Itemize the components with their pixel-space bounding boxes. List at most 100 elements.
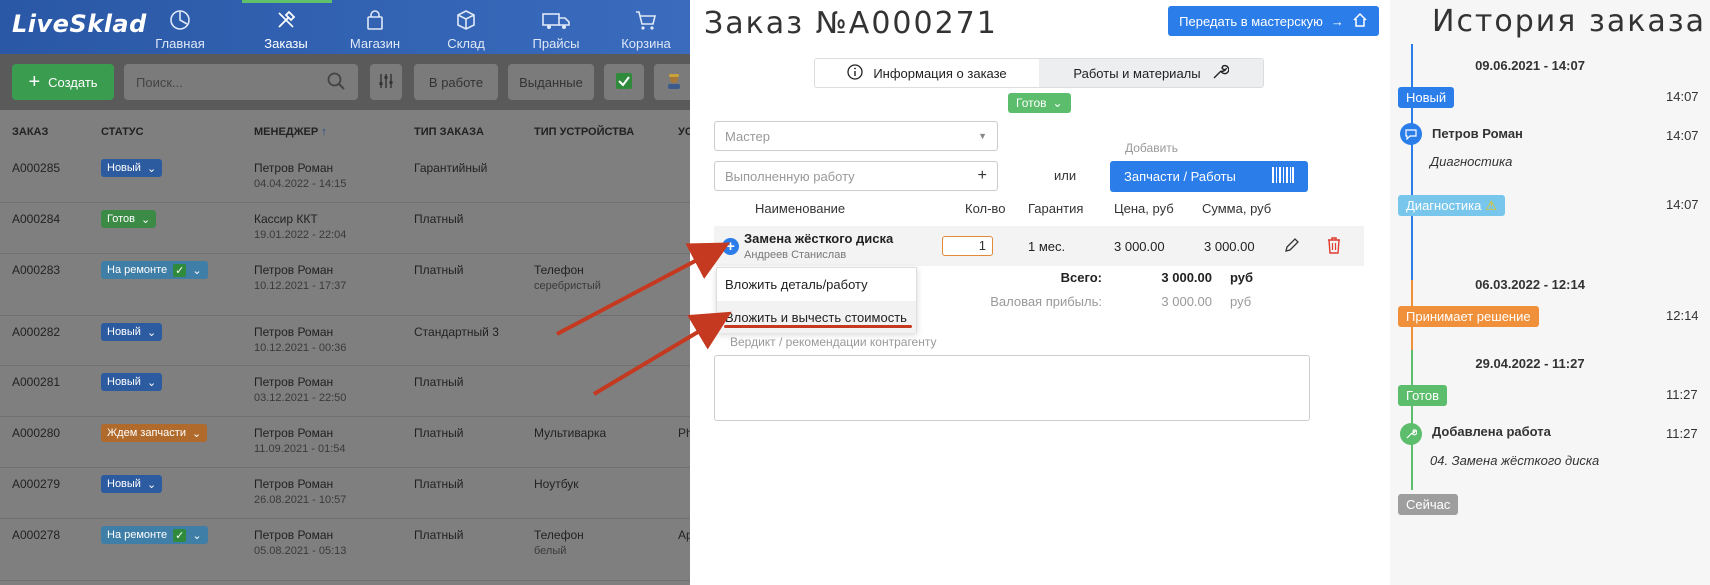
nav-item-home[interactable]: Главная	[140, 8, 220, 51]
verdict-textarea[interactable]	[714, 355, 1310, 421]
table-row[interactable]: A000280 Ждем запчасти ⌄ Петров Роман 11.09…	[0, 417, 690, 468]
add-nested-plus-icon[interactable]: +	[722, 238, 739, 255]
order-date: 04.04.2022 - 14:15	[254, 178, 347, 190]
orders-toolbar: + Создать Поиск... В работе Выданные	[0, 54, 694, 110]
menu-item-nest-deduct[interactable]: Вложить и вычесть стоимость	[717, 301, 916, 333]
status-badge[interactable]: На ремонте ✓ ⌄	[101, 526, 208, 544]
order-number: A000280	[12, 426, 61, 440]
col-header-order-type[interactable]: ТИП ЗАКАЗА	[414, 126, 484, 138]
filter-in-work-button[interactable]: В работе	[414, 64, 498, 100]
status-badge[interactable]: Готов ⌄	[101, 210, 157, 228]
col-price: Цена, руб	[1114, 201, 1174, 216]
order-type: Платный	[414, 426, 464, 440]
status-cell: Новый ⌄	[101, 475, 163, 493]
box-icon	[426, 8, 506, 32]
transfer-to-workshop-button[interactable]: Передать в мастерскую →	[1168, 6, 1379, 36]
search-input[interactable]: Поиск...	[124, 64, 358, 100]
status-badge-label: На ремонте	[107, 529, 168, 541]
table-row[interactable]: A000279 Новый ⌄ Петров Роман 26.08.2021 - …	[0, 468, 690, 519]
app-logo[interactable]: LiveSklad	[12, 10, 147, 38]
item-master: Андреев Станислав	[744, 249, 847, 261]
order-tabs: Информация о заказе Работы и материалы	[814, 58, 1264, 88]
tab-works-materials[interactable]: Работы и материалы	[1039, 59, 1263, 87]
history-note: 04. Замена жёсткого диска	[1430, 453, 1600, 468]
col-header-status[interactable]: СТАТУС	[101, 126, 144, 138]
parts-works-button[interactable]: Запчасти / Работы	[1110, 161, 1308, 192]
top-navigation: LiveSklad Главная Заказы Магазин Склад П…	[0, 0, 690, 54]
order-status-dropdown[interactable]: Готов ⌄	[1008, 93, 1071, 113]
chevron-down-icon: ⌄	[1052, 96, 1063, 110]
table-row[interactable]: A000278 На ремонте ✓ ⌄ Петров Роман 05.08.2…	[0, 519, 690, 581]
status-badge[interactable]: Новый ⌄	[101, 475, 163, 493]
transfer-label: Передать в мастерскую	[1179, 13, 1323, 29]
manager-cell: Петров Роман 10.12.2021 - 00:36	[254, 325, 346, 354]
work-input[interactable]: Выполненную работу +	[714, 161, 998, 191]
app-root: LiveSklad Главная Заказы Магазин Склад П…	[0, 0, 1710, 585]
filter-worker-button[interactable]	[654, 64, 694, 100]
status-badge-label: Новый	[107, 478, 141, 490]
nav-item-shop[interactable]: Магазин	[335, 8, 415, 51]
table-row[interactable]: A000284 Готов ⌄ Кассир ККТ 19.01.2022 - 22…	[0, 203, 690, 254]
col-header-manager[interactable]: МЕНЕДЖЕР ↑	[254, 126, 327, 138]
table-row[interactable]: A000285 Новый ⌄ Петров Роман 04.04.2022 - …	[0, 152, 690, 203]
history-date: 06.03.2022 - 12:14	[1475, 277, 1585, 292]
order-number: A000279	[12, 477, 61, 491]
status-badge[interactable]: Новый ⌄	[101, 323, 163, 341]
tab-order-info[interactable]: Информация о заказе	[815, 59, 1039, 87]
filter-check-button[interactable]	[604, 64, 644, 100]
table-row[interactable]: A000282 Новый ⌄ Петров Роман 10.12.2021 - …	[0, 316, 690, 366]
table-row[interactable]: A000283 На ремонте ✓ ⌄ Петров Роман 10.12.2…	[0, 254, 690, 316]
status-badge[interactable]: Новый ⌄	[101, 159, 163, 177]
tab-works-label: Работы и материалы	[1073, 65, 1201, 81]
status-badge[interactable]: Новый ⌄	[101, 373, 163, 391]
device-type: Мультиварка	[534, 426, 607, 440]
plus-icon[interactable]: +	[978, 167, 987, 185]
col-header-manager-label: МЕНЕДЖЕР	[254, 126, 319, 138]
caret-down-icon: ▼	[978, 131, 987, 141]
profit-unit: руб	[1230, 294, 1252, 309]
check-icon	[615, 72, 633, 93]
check-icon: ✓	[173, 263, 187, 277]
order-date: 11.09.2021 - 01:54	[254, 443, 346, 455]
work-item-row[interactable]: + Замена жёсткого диска Андреев Станисла…	[714, 226, 1364, 266]
nav-item-orders[interactable]: Заказы	[246, 8, 326, 51]
device-color: белый	[534, 545, 567, 557]
order-date: 05.08.2021 - 05:13	[254, 545, 347, 557]
manager-cell: Петров Роман 04.04.2022 - 14:15	[254, 161, 346, 190]
nav-item-warehouse[interactable]: Склад	[426, 8, 506, 51]
col-header-order[interactable]: ЗАКАЗ	[12, 126, 48, 138]
status-badge[interactable]: Ждем запчасти ⌄	[101, 424, 208, 442]
order-type: Стандартный 3	[414, 325, 499, 339]
filter-settings-button[interactable]	[370, 64, 402, 100]
nav-item-cart[interactable]: Корзина	[606, 8, 686, 51]
add-label: Добавить	[1125, 141, 1179, 155]
history-badge-new: Новый	[1398, 87, 1455, 108]
col-header-truncated[interactable]: УС	[678, 126, 690, 138]
master-select[interactable]: Мастер ▼	[714, 121, 998, 151]
item-qty-input[interactable]: 1	[942, 236, 993, 256]
col-header-device-type[interactable]: ТИП УСТРОЙСТВА	[534, 126, 634, 138]
manager-name: Петров Роман	[254, 477, 334, 491]
status-badge-label: Новый	[107, 162, 141, 174]
filter-issued-button[interactable]: Выданные	[508, 64, 594, 100]
comment-icon	[1400, 123, 1422, 145]
nav-item-prices[interactable]: Прайсы	[516, 8, 596, 51]
highlight-underline	[724, 325, 912, 328]
create-order-button[interactable]: + Создать	[12, 64, 114, 100]
table-row[interactable]: A000281 Новый ⌄ Петров Роман 03.12.2021 - …	[0, 366, 690, 417]
status-badge[interactable]: На ремонте ✓ ⌄	[101, 261, 208, 279]
history-badge-diagnostics: Диагностика ⚠	[1398, 195, 1506, 216]
check-icon: ✓	[173, 528, 187, 542]
order-type: Платный	[414, 477, 464, 491]
status-cell: Новый ⌄	[101, 373, 163, 391]
history-time: 12:14	[1666, 308, 1699, 323]
tab-order-info-label: Информация о заказе	[873, 65, 1007, 81]
sort-arrow-up-icon: ↑	[321, 126, 327, 138]
nav-active-indicator	[242, 0, 332, 3]
menu-item-nest-part[interactable]: Вложить деталь/работу	[717, 268, 916, 300]
master-placeholder: Мастер	[725, 128, 770, 144]
pencil-icon[interactable]	[1284, 237, 1300, 256]
trash-icon[interactable]	[1327, 236, 1341, 257]
manager-name: Петров Роман	[254, 528, 334, 542]
status-badge-label: Готов	[107, 213, 135, 225]
